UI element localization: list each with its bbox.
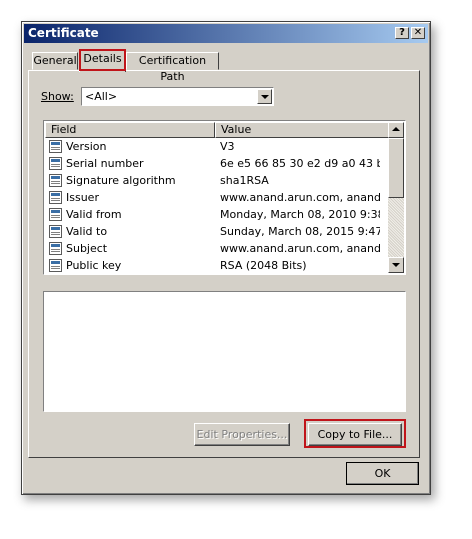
- dialog-content: General Details Certification Path Show:…: [21, 21, 431, 495]
- details-panel: [28, 70, 420, 458]
- tab-details[interactable]: Details: [79, 50, 126, 72]
- ok-button[interactable]: OK: [346, 462, 419, 485]
- ok-label: OK: [374, 467, 391, 480]
- tab-certification-path[interactable]: Certification Path: [126, 52, 219, 83]
- tab-general[interactable]: General: [32, 52, 78, 70]
